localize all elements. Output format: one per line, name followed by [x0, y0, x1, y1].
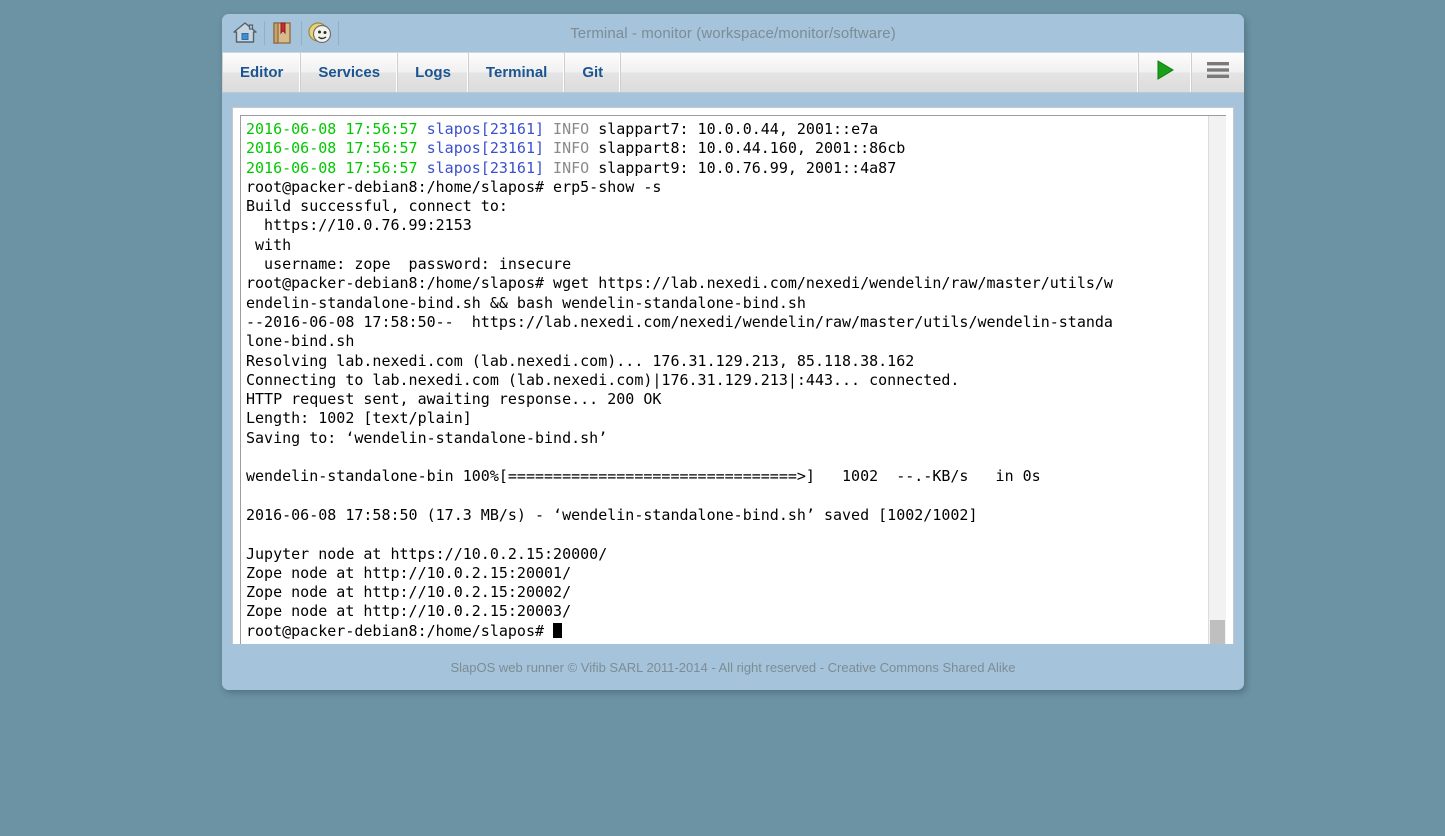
terminal-line: root@packer-debian8:/home/slapos# wget h… — [246, 274, 1208, 293]
menu-button[interactable] — [1192, 53, 1244, 92]
terminal-line: 2016-06-08 17:56:57 slapos[23161] INFO s… — [246, 139, 1208, 158]
terminal-text: slappart9: 10.0.76.99, 2001::4a87 — [589, 158, 897, 177]
terminal-text: Connecting to lab.nexedi.com (lab.nexedi… — [246, 370, 960, 389]
terminal-text: Build successful, connect to: — [246, 197, 508, 216]
terminal-line: Zope node at http://10.0.2.15:20002/ — [246, 583, 1208, 602]
terminal-text: INFO — [544, 120, 590, 138]
terminal-line: https://10.0.76.99:2153 — [246, 216, 1208, 235]
terminal-line: Zope node at http://10.0.2.15:20001/ — [246, 564, 1208, 583]
terminal-cursor — [553, 622, 563, 638]
terminal-line: --2016-06-08 17:58:50-- https://lab.nexe… — [246, 313, 1208, 332]
hamburger-menu-icon — [1205, 59, 1231, 86]
terminal-line: 2016-06-08 17:56:57 slapos[23161] INFO s… — [246, 120, 1208, 139]
terminal-text: 2016-06-08 17:56:57 — [246, 158, 427, 177]
play-triangle-icon — [1153, 58, 1177, 87]
scrollbar-thumb[interactable] — [1210, 620, 1225, 646]
window-title: Terminal - monitor (workspace/monitor/so… — [570, 24, 896, 42]
terminal-viewport[interactable]: 2016-06-08 17:56:57 slapos[23161] INFO s… — [240, 115, 1226, 649]
terminal-text: Zope node at http://10.0.2.15:20002/ — [246, 583, 572, 602]
terminal-text: Zope node at http://10.0.2.15:20003/ — [246, 602, 572, 621]
terminal-text: root@packer-debian8:/home/slapos# wget h… — [246, 274, 1113, 293]
terminal-line: Connecting to lab.nexedi.com (lab.nexedi… — [246, 371, 1208, 390]
terminal-output[interactable]: 2016-06-08 17:56:57 slapos[23161] INFO s… — [241, 116, 1208, 648]
terminal-text: root@packer-debian8:/home/slapos# erp5-s… — [246, 177, 662, 196]
book-icon[interactable] — [269, 20, 295, 46]
footer: SlapOS web runner © Vifib SARL 2011-2014… — [222, 644, 1244, 690]
icon-divider-3 — [338, 21, 339, 45]
terminal-line: Length: 1002 [text/plain] — [246, 409, 1208, 428]
terminal-scrollbar[interactable] — [1208, 116, 1226, 648]
terminal-line: username: zope password: insecure — [246, 255, 1208, 274]
mask-icon[interactable] — [306, 20, 332, 46]
tab-services[interactable]: Services — [301, 53, 399, 92]
web-runner-window: Terminal - monitor (workspace/monitor/so… — [222, 14, 1244, 690]
terminal-line: root@packer-debian8:/home/slapos# — [246, 622, 1208, 641]
terminal-text: https://10.0.76.99:2153 — [246, 216, 472, 235]
terminal-text: --2016-06-08 17:58:50-- https://lab.nexe… — [246, 312, 1113, 331]
tab-terminal[interactable]: Terminal — [469, 53, 566, 92]
icon-divider-1 — [264, 21, 265, 45]
terminal-text: 2016-06-08 17:56:57 — [246, 120, 427, 138]
terminal-text: username: zope password: insecure — [246, 255, 572, 274]
terminal-text: INFO — [544, 139, 590, 158]
home-icon[interactable] — [232, 20, 258, 46]
terminal-text: slapos[23161] — [426, 158, 545, 177]
terminal-text: wendelin-standalone-bin 100%[===========… — [246, 467, 1041, 486]
terminal-text: HTTP request sent, awaiting response... … — [246, 390, 662, 409]
run-button[interactable] — [1139, 53, 1192, 92]
footer-copyright: SlapOS web runner © Vifib SARL 2011-2014… — [450, 659, 1016, 675]
terminal-line: Zope node at http://10.0.2.15:20003/ — [246, 602, 1208, 621]
terminal-text: slappart8: 10.0.44.160, 2001::86cb — [589, 139, 906, 158]
terminal-line: 2016-06-08 17:56:57 slapos[23161] INFO s… — [246, 159, 1208, 178]
terminal-text: 2016-06-08 17:58:50 (17.3 MB/s) - ‘wende… — [246, 505, 978, 524]
tab-bar-spacer — [621, 53, 1139, 92]
terminal-text: Resolving lab.nexedi.com (lab.nexedi.com… — [246, 351, 915, 370]
title-bar-icon-group — [222, 18, 343, 48]
terminal-line: Saving to: ‘wendelin-standalone-bind.sh’ — [246, 429, 1208, 448]
title-bar: Terminal - monitor (workspace/monitor/so… — [222, 14, 1244, 52]
terminal-text: 2016-06-08 17:56:57 — [246, 139, 427, 158]
terminal-line: lone-bind.sh — [246, 332, 1208, 351]
terminal-text: INFO — [544, 158, 590, 177]
terminal-line: endelin-standalone-bind.sh && bash wende… — [246, 294, 1208, 313]
terminal-line: HTTP request sent, awaiting response... … — [246, 390, 1208, 409]
tab-bar: Editor Services Logs Terminal Git — [222, 52, 1244, 93]
terminal-text: Length: 1002 [text/plain] — [246, 409, 472, 428]
terminal-text: slapos[23161] — [426, 120, 545, 138]
terminal-line: root@packer-debian8:/home/slapos# erp5-s… — [246, 178, 1208, 197]
terminal-text: endelin-standalone-bind.sh && bash wende… — [246, 293, 806, 312]
terminal-panel: 2016-06-08 17:56:57 slapos[23161] INFO s… — [232, 107, 1234, 657]
terminal-text: root@packer-debian8:/home/slapos# — [246, 621, 554, 640]
icon-divider-2 — [301, 21, 302, 45]
terminal-line: 2016-06-08 17:58:50 (17.3 MB/s) - ‘wende… — [246, 506, 1208, 525]
terminal-text: slapos[23161] — [426, 139, 545, 158]
terminal-text: slappart7: 10.0.0.44, 2001::e7a — [589, 120, 879, 138]
terminal-text: lone-bind.sh — [246, 332, 355, 351]
terminal-line: Jupyter node at https://10.0.2.15:20000/ — [246, 545, 1208, 564]
tab-editor[interactable]: Editor — [222, 53, 302, 92]
tab-git[interactable]: Git — [565, 53, 622, 92]
terminal-line: Resolving lab.nexedi.com (lab.nexedi.com… — [246, 352, 1208, 371]
terminal-text: Zope node at http://10.0.2.15:20001/ — [246, 563, 572, 582]
terminal-line: Build successful, connect to: — [246, 197, 1208, 216]
terminal-text: Jupyter node at https://10.0.2.15:20000/ — [246, 544, 608, 563]
terminal-line: wendelin-standalone-bin 100%[===========… — [246, 467, 1208, 486]
terminal-text: Saving to: ‘wendelin-standalone-bind.sh’ — [246, 428, 608, 447]
terminal-text: with — [246, 235, 292, 254]
tab-logs[interactable]: Logs — [398, 53, 469, 92]
terminal-line: with — [246, 236, 1208, 255]
